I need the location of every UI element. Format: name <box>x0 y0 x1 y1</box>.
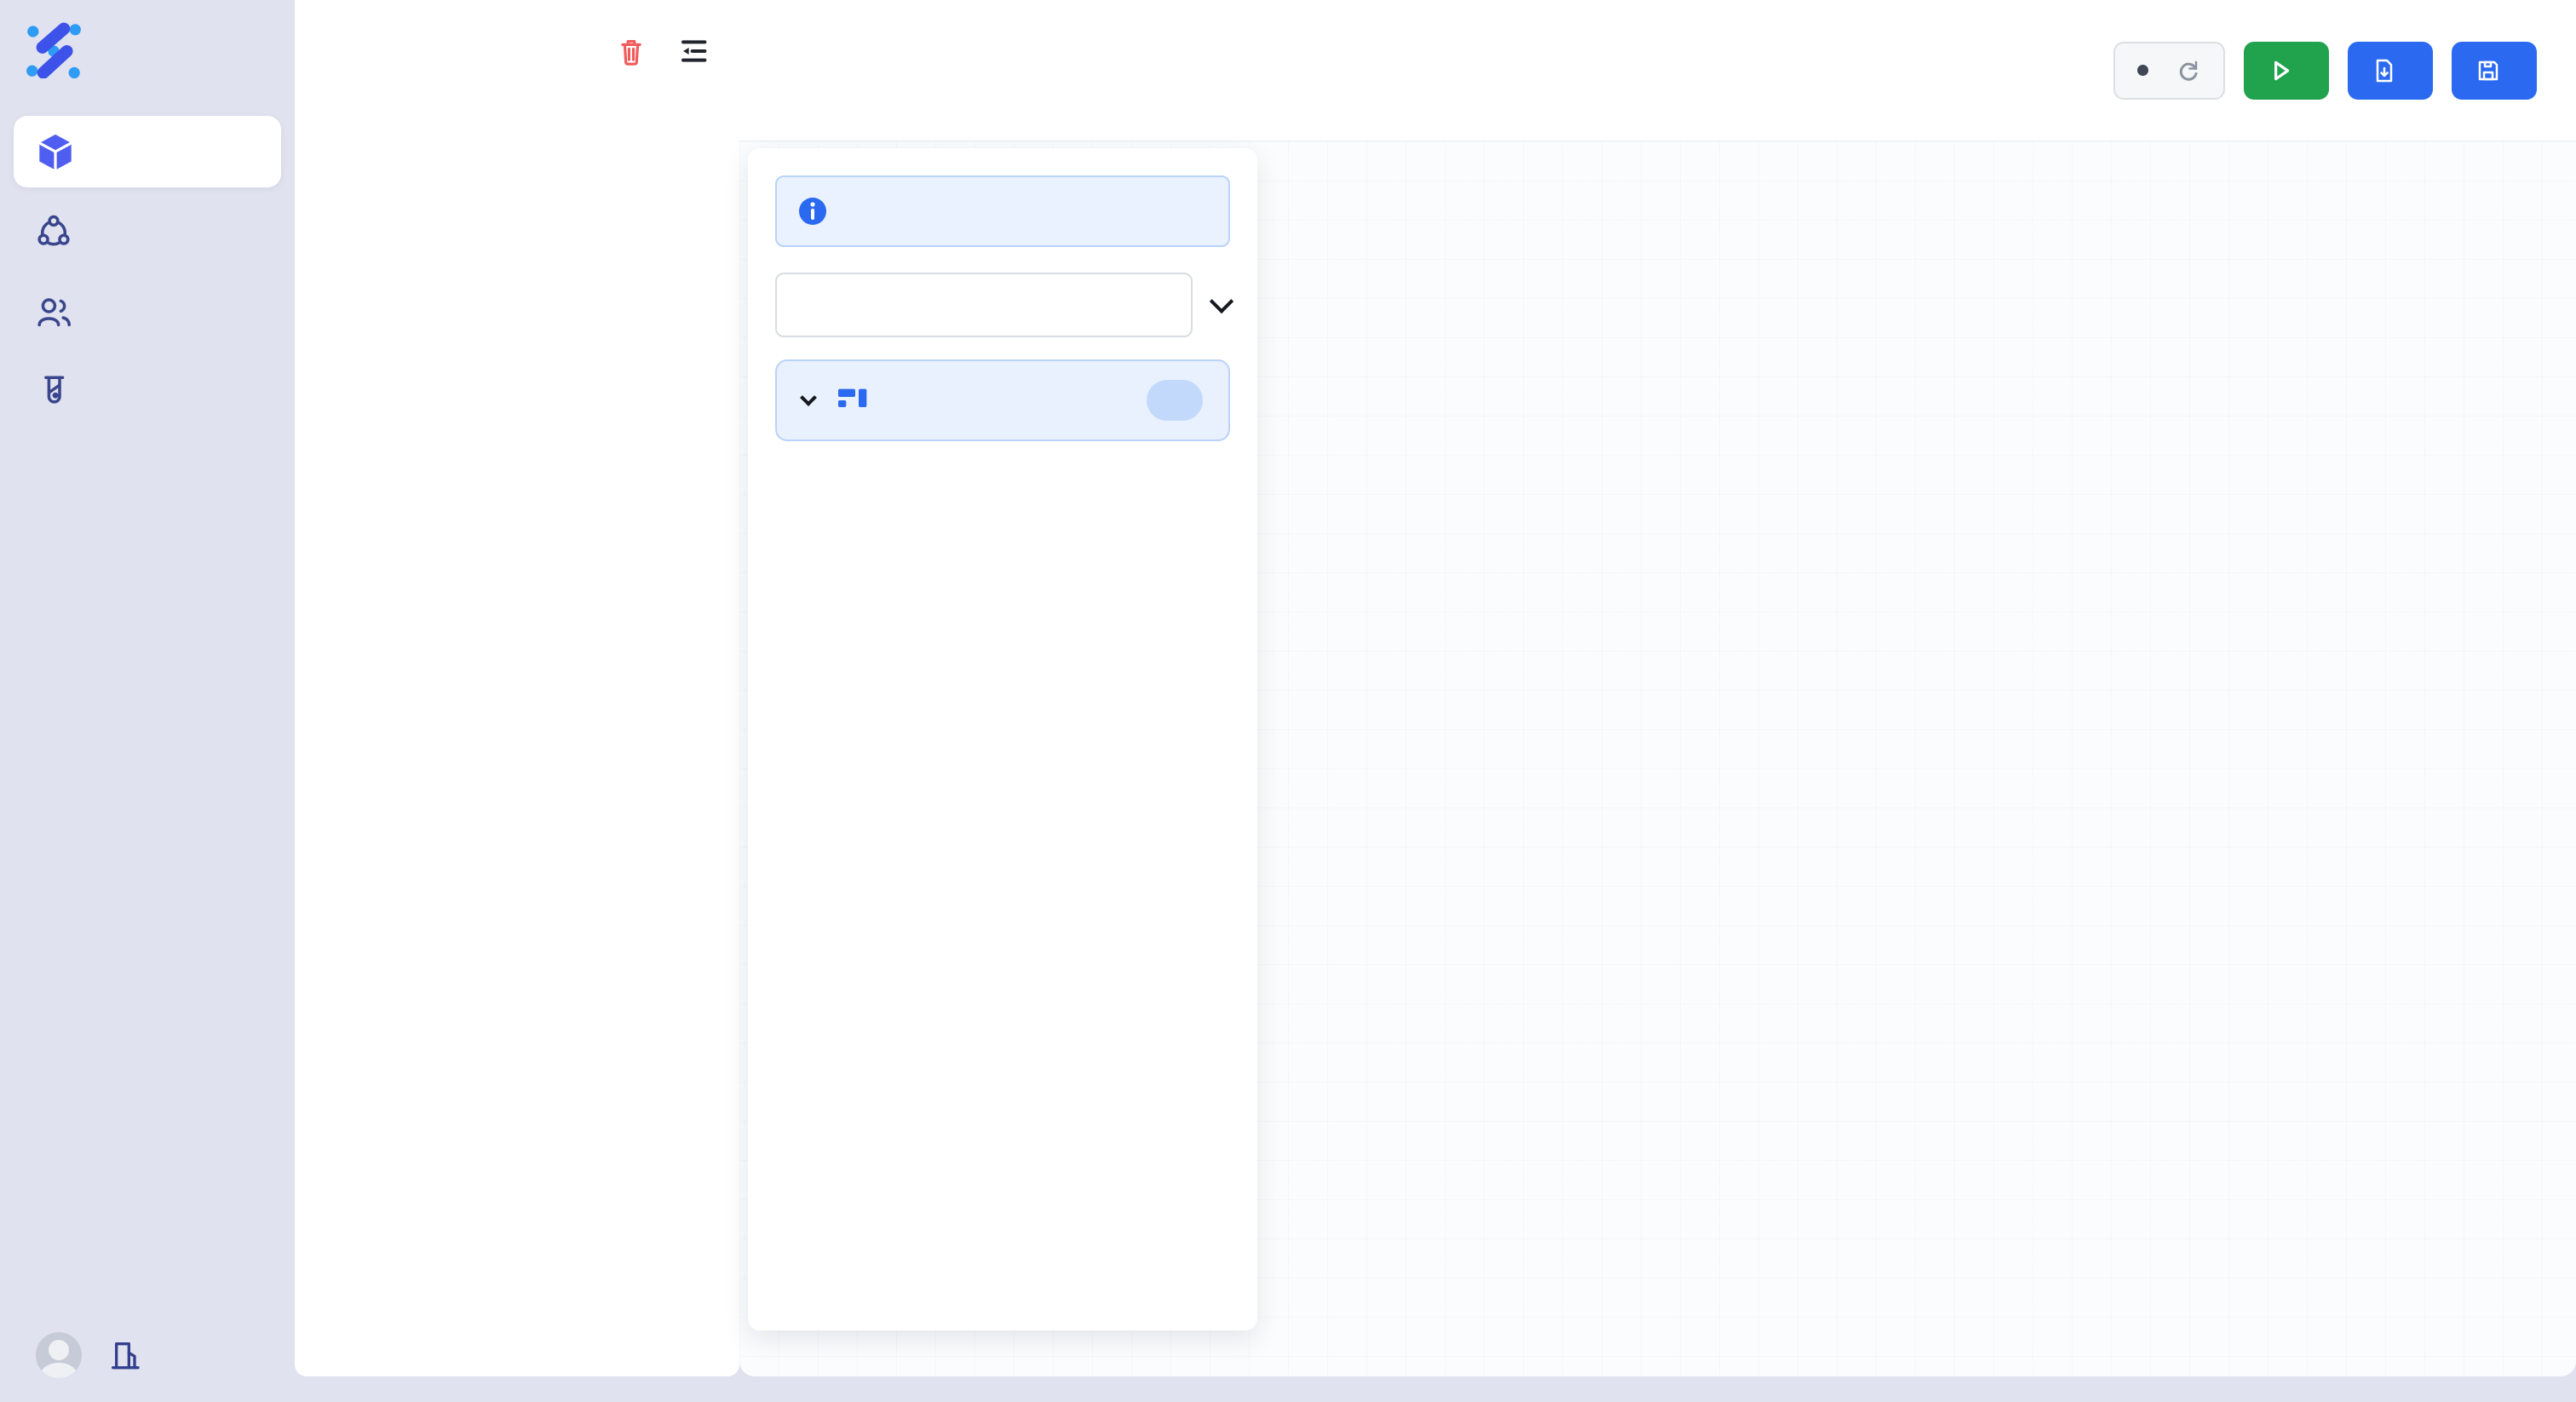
chevron-down-icon <box>800 389 817 406</box>
sidebar-item-members[interactable] <box>14 276 281 348</box>
status-dot-icon <box>2137 65 2148 76</box>
workflow-icon <box>36 214 72 250</box>
download-config-button[interactable] <box>2348 42 2433 100</box>
refresh-icon[interactable] <box>2176 58 2201 83</box>
search-input[interactable] <box>775 273 1193 337</box>
category-count-badge <box>1147 380 1203 421</box>
main-header <box>739 0 2576 141</box>
members-icon <box>36 294 72 330</box>
start-simulation-button[interactable] <box>2244 42 2329 100</box>
bohrium-logo-icon <box>26 22 82 78</box>
experiment-icon <box>36 374 72 410</box>
sidebar <box>0 0 295 1402</box>
save-icon <box>2475 58 2501 83</box>
category-grid-icon <box>835 383 869 417</box>
simulation-status-pill[interactable] <box>2113 42 2225 100</box>
lab-link[interactable] <box>107 1338 155 1372</box>
collapse-list-icon[interactable] <box>676 34 710 68</box>
materials-panel <box>295 0 739 1376</box>
avatar[interactable] <box>36 1332 82 1378</box>
building-icon <box>107 1338 141 1372</box>
logo <box>0 0 295 78</box>
download-icon <box>2372 58 2397 83</box>
save-config-button[interactable] <box>2452 42 2537 100</box>
cube-icon <box>36 132 75 171</box>
sidebar-item-experiments[interactable] <box>14 356 281 428</box>
hint-banner <box>775 175 1230 247</box>
trash-icon[interactable] <box>615 35 647 67</box>
category-instruments[interactable] <box>775 359 1230 441</box>
play-icon <box>2268 58 2293 83</box>
sidebar-nav <box>0 116 295 428</box>
sidebar-item-instruments[interactable] <box>14 116 281 187</box>
sidebar-item-workflow[interactable] <box>14 196 281 267</box>
info-icon <box>797 196 828 227</box>
collapse-panel-icon[interactable] <box>1210 290 1233 313</box>
template-palette <box>748 148 1257 1330</box>
